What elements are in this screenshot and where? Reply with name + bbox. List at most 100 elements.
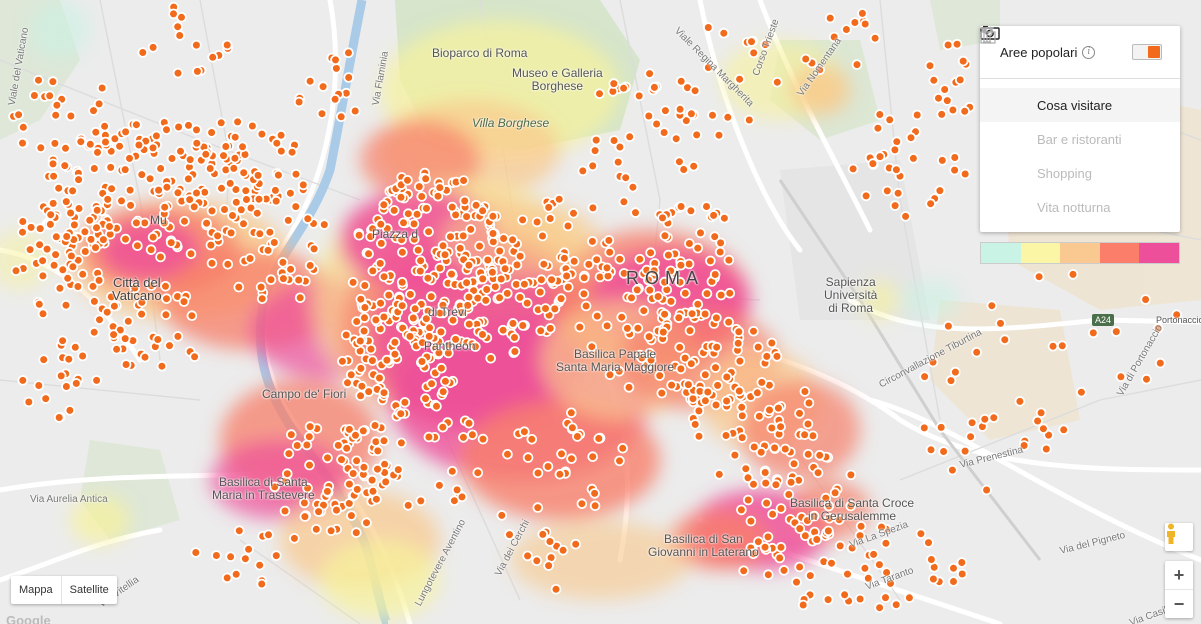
poi-marker — [185, 248, 197, 260]
poi-marker — [959, 168, 971, 180]
poi-marker — [359, 302, 371, 313]
poi-marker — [54, 282, 66, 294]
poi-marker — [660, 105, 671, 116]
poi-marker — [511, 259, 523, 271]
poi-marker — [363, 248, 374, 260]
poi-marker — [240, 553, 251, 564]
poi-marker — [109, 300, 120, 312]
popular-areas-toggle[interactable] — [1132, 44, 1162, 60]
poi-marker — [881, 185, 893, 197]
poi-marker — [517, 320, 529, 331]
poi-marker — [402, 175, 413, 186]
poi-marker — [1041, 443, 1052, 455]
poi-marker — [880, 537, 892, 549]
poi-marker — [1033, 271, 1045, 283]
poi-marker — [724, 287, 736, 299]
poi-marker — [219, 204, 230, 215]
poi-marker — [73, 174, 84, 185]
poi-marker — [172, 331, 184, 342]
poi-marker — [568, 255, 580, 267]
zoom-in-button[interactable]: + — [1165, 561, 1193, 589]
poi-marker — [102, 194, 113, 205]
poi-marker — [204, 163, 216, 174]
poi-marker — [59, 160, 71, 171]
poi-marker — [404, 331, 416, 342]
poi-marker — [225, 551, 236, 563]
poi-marker — [943, 320, 954, 332]
poi-marker — [344, 478, 355, 490]
poi-marker — [891, 164, 902, 176]
poi-marker — [938, 446, 949, 457]
poi-marker — [759, 467, 771, 478]
legend-swatch — [1099, 243, 1140, 263]
poi-marker — [686, 308, 698, 320]
poi-marker — [33, 298, 45, 310]
poi-marker — [367, 265, 379, 277]
heatmap-legend — [980, 242, 1180, 264]
category-bar-ristoranti[interactable]: Bar e ristoranti — [980, 26, 1180, 156]
zoom-out-button[interactable]: − — [1165, 589, 1193, 618]
category-label: Bar e ristoranti — [1037, 131, 1122, 147]
poi-marker — [634, 253, 646, 265]
poi-marker — [139, 351, 151, 363]
poi-marker — [108, 329, 119, 340]
poi-marker — [291, 440, 303, 451]
poi-marker — [133, 139, 145, 151]
poi-marker — [23, 396, 35, 408]
poi-marker — [359, 312, 370, 324]
poi-marker — [626, 292, 637, 304]
poi-marker — [557, 544, 569, 556]
poi-marker — [1035, 407, 1047, 419]
poi-marker — [1067, 269, 1079, 280]
poi-marker — [415, 255, 426, 267]
category-cosa-visitare[interactable]: Cosa visitare — [980, 26, 1180, 122]
poi-marker — [48, 170, 59, 182]
poi-marker — [702, 386, 714, 398]
poi-marker — [788, 458, 800, 470]
poi-marker — [574, 321, 586, 333]
poi-marker — [378, 199, 390, 211]
poi-marker — [152, 334, 164, 345]
poi-marker — [618, 196, 630, 208]
pegman-icon[interactable] — [1165, 523, 1193, 551]
poi-marker — [905, 132, 917, 144]
poi-marker — [294, 292, 306, 304]
poi-marker — [347, 277, 359, 288]
poi-marker — [686, 108, 697, 120]
poi-marker — [238, 218, 249, 230]
info-icon[interactable]: i — [1082, 45, 1096, 59]
poi-marker — [240, 185, 252, 197]
map-type-mappa[interactable]: Mappa — [11, 576, 61, 604]
poi-marker — [496, 510, 508, 521]
poi-marker — [290, 201, 302, 212]
poi-marker — [854, 593, 866, 605]
poi-marker — [220, 141, 232, 152]
poi-marker — [770, 479, 782, 491]
poi-marker — [752, 341, 764, 353]
poi-marker — [304, 421, 316, 432]
poi-marker — [227, 210, 238, 221]
poi-marker — [155, 251, 166, 263]
poi-marker — [925, 198, 936, 210]
map-type-satellite[interactable]: Satellite — [60, 576, 117, 604]
poi-marker — [710, 362, 721, 373]
poi-marker — [670, 133, 682, 145]
poi-marker — [351, 455, 362, 467]
poi-marker — [147, 42, 159, 53]
poi-marker — [663, 249, 674, 261]
poi-marker — [293, 96, 305, 108]
map-canvas[interactable]: Città del Vaticano Mu ROMA Bioparco di R… — [0, 0, 1201, 624]
poi-marker — [627, 181, 639, 193]
poi-marker — [509, 332, 520, 343]
category-vita-notturna[interactable]: Vita notturna — [980, 27, 1180, 224]
poi-marker — [229, 153, 241, 164]
poi-marker — [25, 222, 37, 233]
poi-marker — [446, 201, 458, 213]
category-shopping[interactable]: Shopping — [980, 26, 1180, 190]
poi-marker — [372, 445, 384, 457]
poi-marker — [675, 201, 687, 212]
poi-marker — [50, 231, 62, 243]
poi-marker — [89, 163, 100, 174]
poi-marker — [999, 334, 1011, 346]
legend-swatch — [1139, 243, 1179, 263]
